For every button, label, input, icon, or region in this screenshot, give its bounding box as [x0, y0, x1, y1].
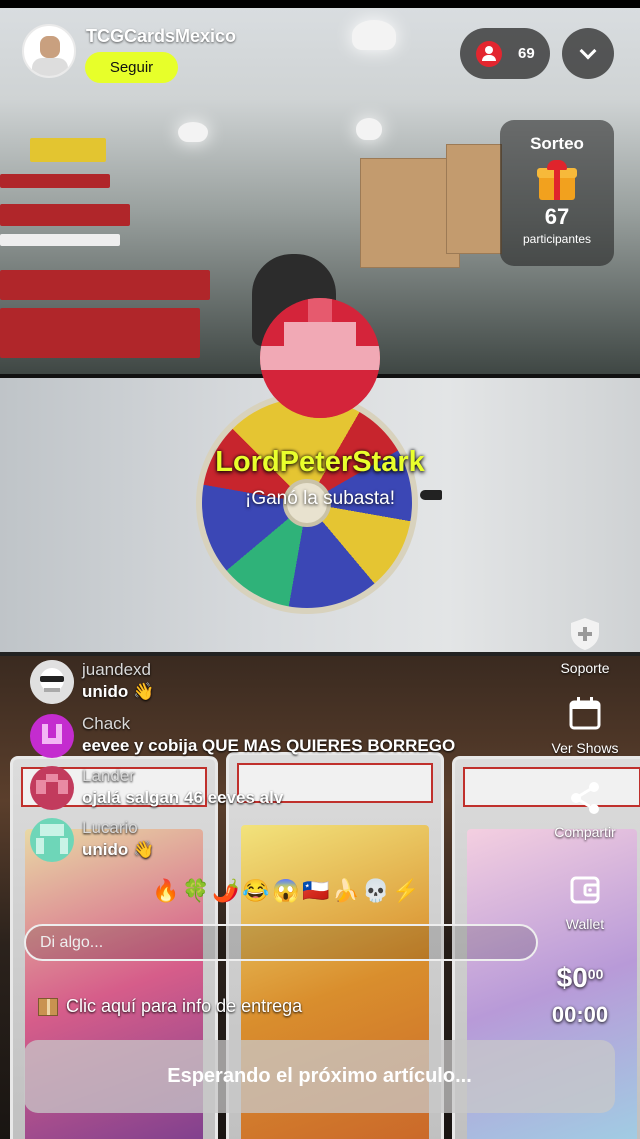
chat-text: unido 👋: [82, 682, 155, 701]
raffle-participant-count: 67: [544, 204, 570, 229]
auction-timer: 00:00: [551, 1002, 609, 1027]
cardboard-boxes: [360, 158, 460, 268]
viewer-person-icon: [476, 40, 502, 67]
winner-message: ¡Ganó la subasta!: [245, 488, 395, 509]
reaction-skull[interactable]: 💀: [362, 878, 389, 904]
ceiling-lamp: [356, 118, 382, 140]
calendar-icon: [565, 694, 605, 734]
chat-message: Chack eevee y cobija QUE MAS QUIERES BOR…: [30, 714, 510, 760]
shelf-products: [30, 138, 106, 162]
chevron-down-icon: [579, 42, 597, 59]
reaction-pepper[interactable]: 🌶️: [212, 878, 239, 904]
cardboard-boxes: [446, 144, 502, 254]
support-button[interactable]: Soporte: [530, 614, 640, 676]
avatar-shirt: [32, 58, 68, 76]
avatar-face: [40, 36, 60, 58]
chat-username[interactable]: Lucario: [82, 818, 138, 838]
delivery-info-label: Clic aquí para info de entrega: [66, 996, 303, 1016]
chat-username[interactable]: juandexd: [82, 660, 151, 680]
viewer-count: 69: [518, 45, 535, 62]
view-shows-label: Ver Shows: [551, 740, 619, 756]
chat-text: ojalá salgan 46 eeves alv: [82, 788, 284, 807]
raffle-card[interactable]: Sorteo 67 participantes: [500, 120, 614, 266]
share-button[interactable]: Compartir: [530, 778, 640, 840]
chat-avatar[interactable]: [30, 660, 74, 704]
wallet-button[interactable]: Wallet: [530, 870, 640, 932]
viewer-count-pill[interactable]: 69: [460, 28, 550, 79]
share-label: Compartir: [554, 824, 616, 840]
winner-name: LordPeterStark: [215, 446, 425, 478]
channel-name[interactable]: TCGCardsMexico: [86, 26, 236, 47]
reaction-fire[interactable]: 🔥: [152, 878, 179, 904]
collapse-button[interactable]: [562, 28, 614, 79]
chat-text: unido 👋: [82, 840, 155, 859]
raffle-title: Sorteo: [530, 134, 584, 153]
current-price: $000: [540, 962, 620, 994]
chat-avatar[interactable]: [30, 766, 74, 810]
reaction-flag[interactable]: 🇨🇱: [302, 878, 329, 904]
shelf-products: [0, 308, 200, 358]
support-label: Soporte: [560, 660, 610, 676]
chat-message: Lander ojalá salgan 46 eeves alv: [30, 766, 510, 812]
chat-text: eevee y cobija QUE MAS QUIERES BORREGO: [82, 736, 456, 755]
shelf-products: [0, 270, 210, 300]
ceiling-lamp: [352, 20, 396, 50]
raffle-participant-label: participantes: [522, 232, 592, 246]
reaction-bar: 🔥 🍀 🌶️ 😂 😱 🇨🇱 🍌 💀 ⚡: [152, 878, 419, 904]
support-shield-icon: [565, 614, 605, 654]
chat-username[interactable]: Chack: [82, 714, 130, 734]
price-main: $0: [556, 962, 588, 993]
reaction-laugh[interactable]: 😂: [242, 878, 269, 904]
chat-username[interactable]: Lander: [82, 766, 135, 786]
wallet-label: Wallet: [565, 916, 605, 932]
top-black-band: [0, 0, 640, 8]
reaction-lightning[interactable]: ⚡: [392, 878, 419, 904]
channel-header: [22, 24, 76, 78]
shelf-products: [0, 234, 120, 246]
package-icon: [38, 997, 58, 1016]
shelf-products: [0, 174, 110, 188]
reaction-clover[interactable]: 🍀: [182, 878, 209, 904]
wallet-icon: [565, 870, 605, 910]
winner-avatar: [260, 298, 380, 418]
ceiling-lamp: [178, 122, 208, 142]
share-icon: [565, 778, 605, 818]
reaction-banana[interactable]: 🍌: [332, 878, 359, 904]
view-shows-button[interactable]: Ver Shows: [530, 694, 640, 756]
chat-avatar[interactable]: [30, 818, 74, 862]
chat-message: Lucario unido 👋: [30, 818, 510, 864]
waiting-next-item-button[interactable]: Esperando el próximo artículo...: [24, 1040, 615, 1113]
chat-message: juandexd unido 👋: [30, 660, 510, 706]
reaction-scream[interactable]: 😱: [272, 878, 299, 904]
price-cents: 00: [587, 966, 604, 982]
shelf-products: [0, 204, 130, 226]
chat-avatar[interactable]: [30, 714, 74, 758]
chat-input[interactable]: Di algo...: [24, 924, 538, 961]
follow-button[interactable]: Seguir: [85, 52, 178, 83]
channel-avatar[interactable]: [22, 24, 76, 78]
delivery-info-link[interactable]: Clic aquí para info de entrega: [38, 996, 302, 1017]
gift-icon: [537, 160, 577, 200]
